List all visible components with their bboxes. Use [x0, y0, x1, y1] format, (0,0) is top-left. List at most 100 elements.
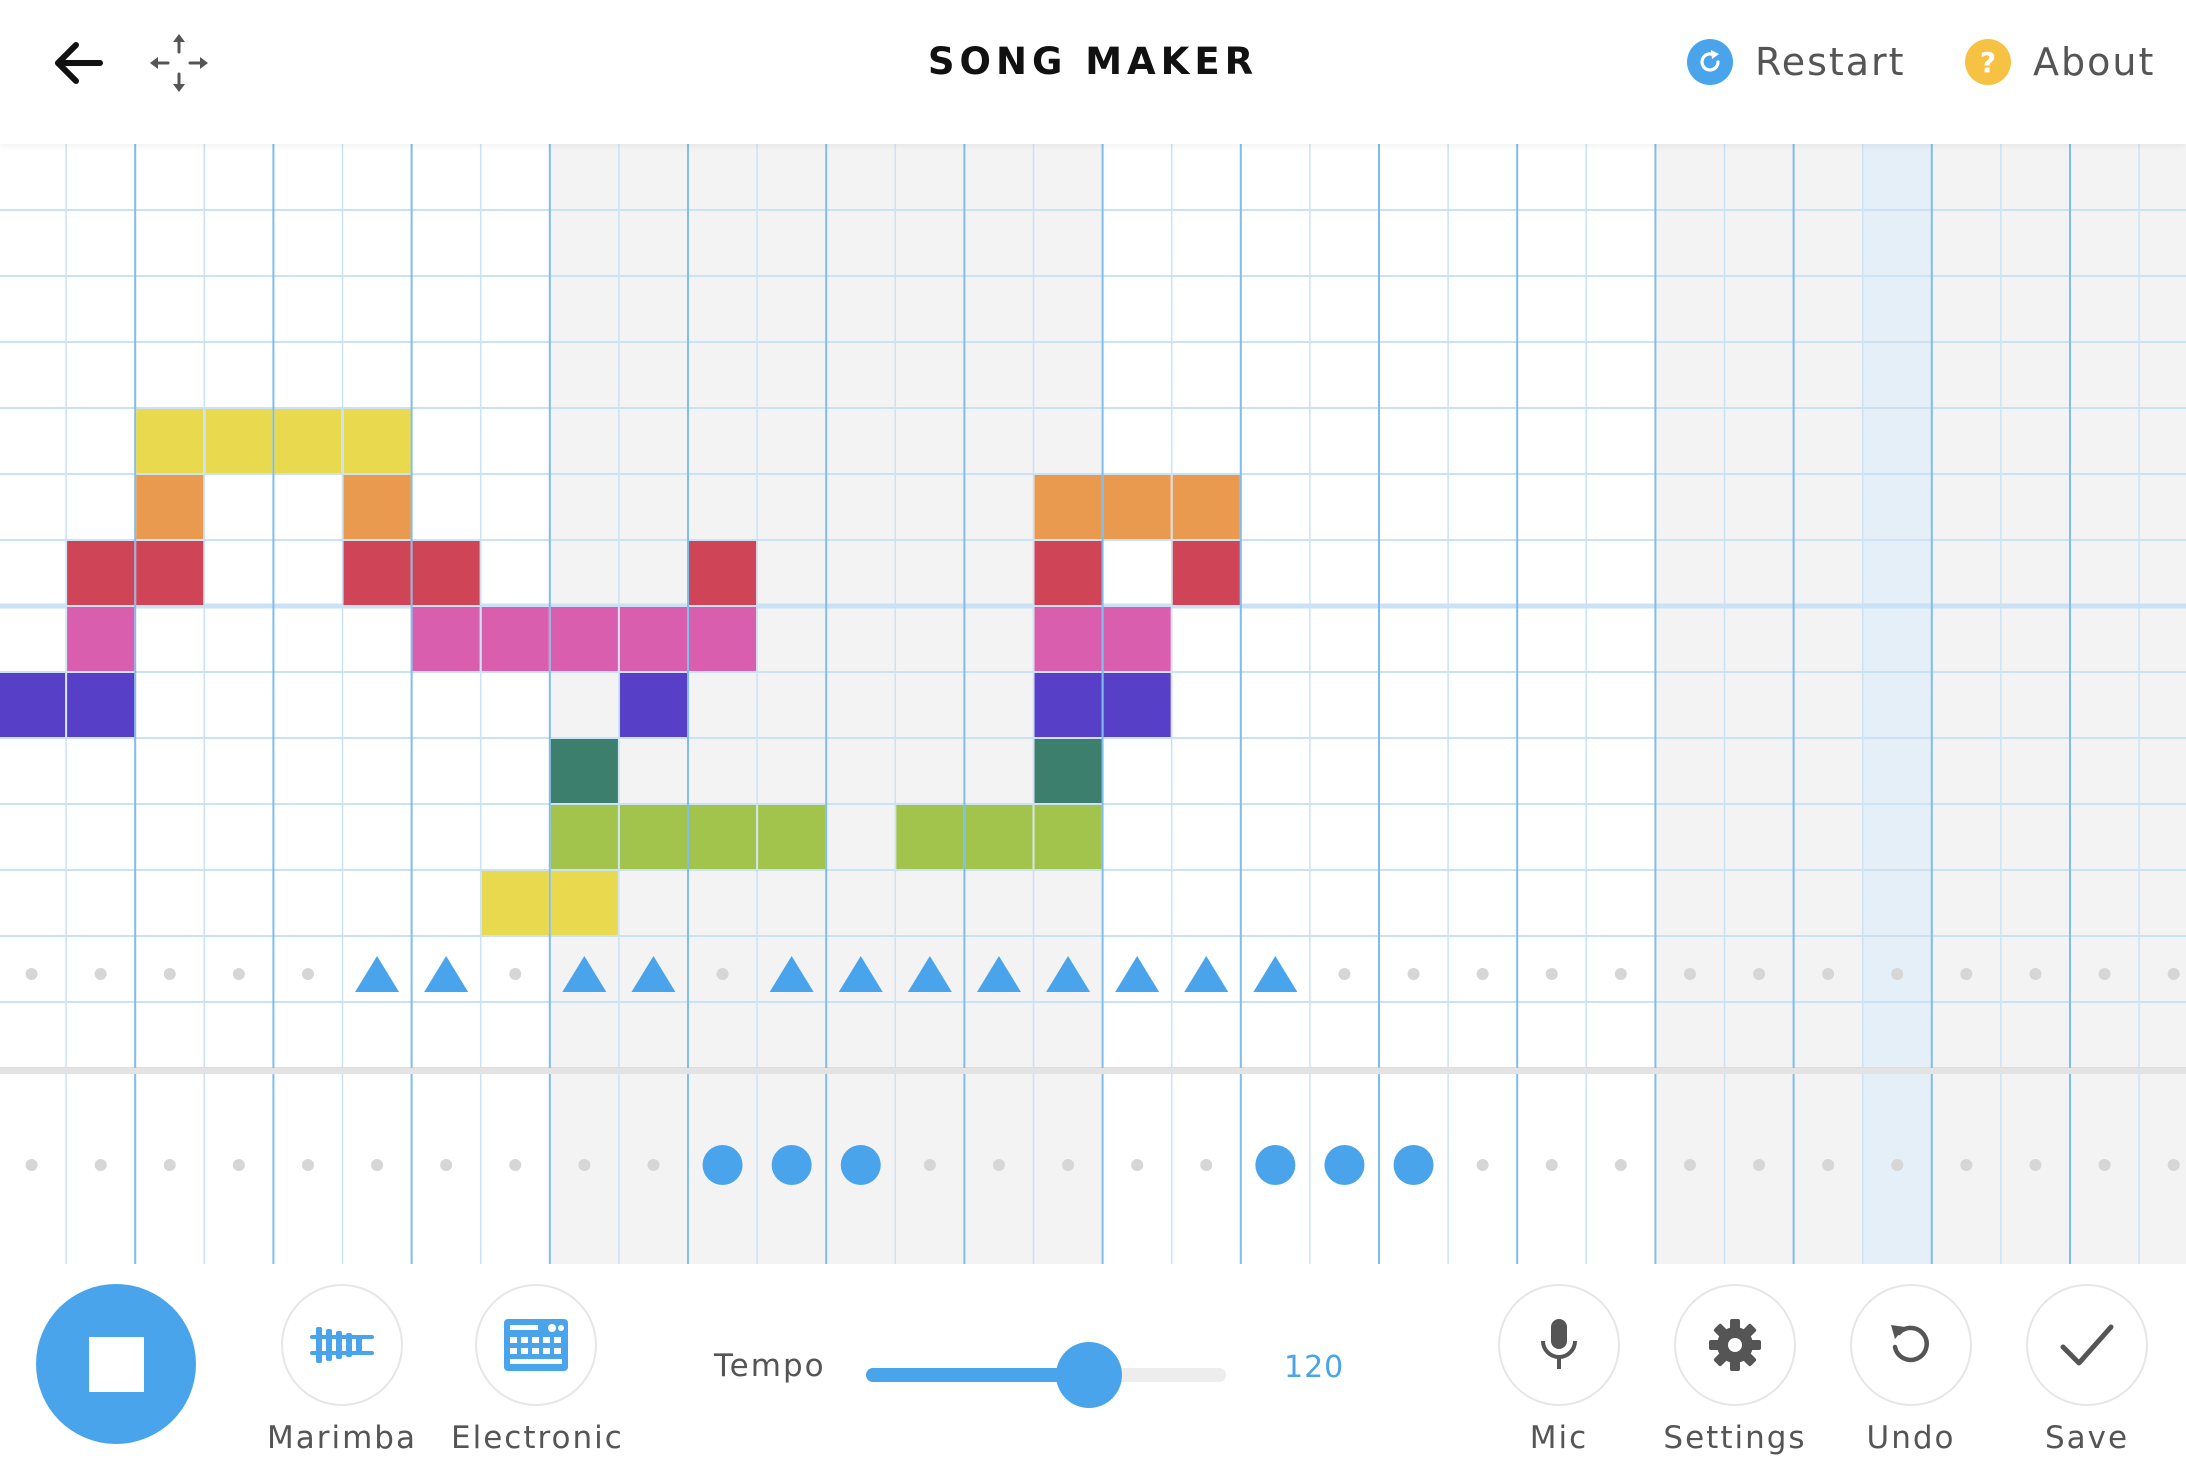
melody-note: [965, 805, 1033, 869]
note-grid-canvas[interactable]: [0, 144, 2186, 1264]
melody-note: [1172, 541, 1240, 605]
header-bar: SONG MAKER Restart ? About: [0, 0, 2186, 144]
electronic-label: Electronic: [451, 1420, 624, 1456]
percussion-dot: [647, 1159, 660, 1171]
melody-note: [481, 607, 549, 671]
melody-note: [67, 673, 135, 737]
footer-toolbar: Marimba Electronic Tempo 120 Mic Setting…: [0, 1264, 2186, 1480]
percussion-dot: [25, 968, 38, 980]
percussion-circle: [1255, 1145, 1296, 1185]
melody-note: [758, 805, 826, 869]
percussion-triangle: [355, 956, 400, 992]
percussion-dot: [716, 968, 729, 980]
question-icon: ?: [1965, 39, 2011, 85]
percussion-triangle: [424, 956, 469, 992]
percussion-dot: [163, 968, 176, 980]
percussion-dot: [2098, 1159, 2111, 1171]
measure-shade: [1655, 144, 1725, 1264]
percussion-dot: [1407, 968, 1420, 980]
percussion-dot: [371, 1159, 384, 1171]
melody-note: [136, 409, 204, 473]
percussion-dot: [1683, 968, 1696, 980]
percussion-circle: [702, 1145, 743, 1185]
undo-button[interactable]: Undo: [1826, 1284, 1996, 1456]
measure-shade: [1793, 144, 1863, 1264]
melody-note: [274, 409, 342, 473]
settings-button[interactable]: Settings: [1650, 1284, 1820, 1456]
melody-note: [0, 673, 66, 737]
about-button[interactable]: ? About: [1965, 38, 2155, 86]
undo-label: Undo: [1866, 1420, 1956, 1456]
melody-note: [343, 409, 411, 473]
melody-note: [550, 739, 618, 803]
melody-note: [896, 805, 964, 869]
percussion-dot: [578, 1159, 591, 1171]
percussion-dot: [1476, 1159, 1489, 1171]
melody-note: [1103, 475, 1171, 539]
restart-button[interactable]: Restart: [1687, 38, 1906, 86]
percussion-circle: [771, 1145, 812, 1185]
melody-note: [619, 805, 687, 869]
percussion-dot: [1545, 1159, 1558, 1171]
measure-shade: [826, 144, 896, 1264]
percussion-dot: [1614, 968, 1627, 980]
melody-note: [689, 805, 757, 869]
tempo-value: 120: [1284, 1350, 1345, 1385]
mic-label: Mic: [1529, 1420, 1589, 1456]
percussion-circle: [840, 1145, 881, 1185]
melody-note: [550, 871, 618, 935]
melody-note: [412, 541, 480, 605]
melody-note: [1034, 475, 1102, 539]
marimba-instrument-button[interactable]: Marimba: [257, 1284, 427, 1456]
playhead-column: [1862, 144, 1932, 1264]
melody-note: [1034, 739, 1102, 803]
percussion-dot: [509, 968, 522, 980]
settings-label: Settings: [1663, 1420, 1807, 1456]
percussion-dot: [440, 1159, 453, 1171]
gear-icon: [1709, 1319, 1761, 1371]
tempo-slider-thumb[interactable]: [1056, 1342, 1123, 1408]
melody-note: [343, 541, 411, 605]
percussion-dot: [1822, 968, 1835, 980]
marimba-icon: [310, 1327, 374, 1363]
percussion-dot: [1545, 968, 1558, 980]
measure-shade: [1931, 144, 2001, 1264]
song-grid[interactable]: [0, 144, 2186, 1264]
percussion-dot: [301, 968, 314, 980]
percussion-dot: [301, 1159, 314, 1171]
stop-button[interactable]: [36, 1284, 196, 1444]
percussion-dot: [509, 1159, 522, 1171]
melody-note: [412, 607, 480, 671]
melody-note: [1034, 673, 1102, 737]
electronic-instrument-button[interactable]: Electronic: [451, 1284, 624, 1456]
about-label: About: [2033, 40, 2156, 84]
percussion-dot: [1822, 1159, 1835, 1171]
save-button[interactable]: Save: [2002, 1284, 2172, 1456]
save-label: Save: [2044, 1420, 2130, 1456]
melody-note: [689, 607, 757, 671]
percussion-triangle: [1184, 956, 1229, 992]
melody-note: [1034, 805, 1102, 869]
measure-shade: [1724, 144, 1794, 1264]
melody-note: [67, 541, 135, 605]
tempo-slider[interactable]: [866, 1342, 1226, 1408]
percussion-dot: [2029, 968, 2042, 980]
percussion-dot: [1891, 968, 1904, 980]
undo-icon: [1891, 1325, 1929, 1363]
measure-shade: [895, 144, 965, 1264]
melody-note: [550, 607, 618, 671]
percussion-dot: [1062, 1159, 1075, 1171]
measure-shade: [2139, 144, 2186, 1264]
measure-shade: [2000, 144, 2070, 1264]
melody-note: [689, 541, 757, 605]
percussion-dot: [163, 1159, 176, 1171]
mic-button[interactable]: Mic: [1474, 1284, 1644, 1456]
percussion-dot: [1200, 1159, 1213, 1171]
percussion-triangle: [1253, 956, 1298, 992]
restart-label: Restart: [1755, 40, 1906, 84]
percussion-dot: [94, 1159, 107, 1171]
melody-note: [619, 607, 687, 671]
percussion-dot: [25, 1159, 38, 1171]
percussion-dot: [1476, 968, 1489, 980]
percussion-circle: [1324, 1145, 1365, 1185]
